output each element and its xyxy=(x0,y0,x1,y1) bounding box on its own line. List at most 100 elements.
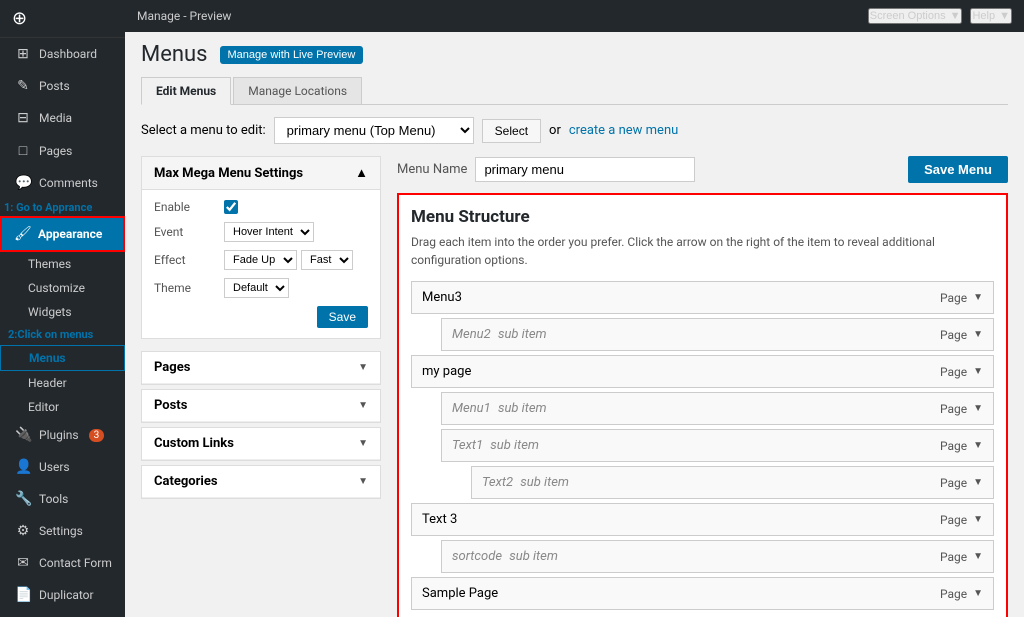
menu-item-sortcode-sub-arrow[interactable]: ▼ xyxy=(973,551,983,562)
sidebar-item-duplicator[interactable]: 📄 Duplicator xyxy=(0,579,125,611)
accordion-pages-arrow: ▼ xyxy=(358,362,368,373)
users-icon: 👤 xyxy=(15,459,31,475)
accordion-posts-header[interactable]: Posts ▼ xyxy=(142,390,380,422)
event-select[interactable]: Hover Intent xyxy=(224,222,314,242)
contact-form-icon: ✉ xyxy=(15,555,31,571)
page-title: Menus xyxy=(141,42,208,67)
sidebar-item-label: Appearance xyxy=(38,227,102,241)
help-button[interactable]: Help ▼ xyxy=(970,8,1012,24)
topbar-right: Screen Options ▼ Help ▼ xyxy=(868,8,1012,24)
menu-item-menu2-sub[interactable]: Menu2 sub item Page ▼ xyxy=(441,318,994,351)
sidebar-item-appearance[interactable]: 🖌 Appearance xyxy=(0,216,125,252)
settings-icon: ⚙ xyxy=(15,523,31,539)
sidebar-item-label: Users xyxy=(39,460,70,474)
accordion-pages-header[interactable]: Pages ▼ xyxy=(142,352,380,384)
tabs: Edit Menus Manage Locations xyxy=(141,77,1008,105)
sidebar-item-pages[interactable]: □ Pages xyxy=(0,134,125,167)
menu-item-sample-page-name: Sample Page xyxy=(422,586,498,601)
menu-select[interactable]: primary menu (Top Menu) xyxy=(274,117,474,144)
menu-item-menu1-sub[interactable]: Menu1 sub item Page ▼ xyxy=(441,392,994,425)
two-col-layout: Max Mega Menu Settings ▲ Enable Event xyxy=(141,156,1008,617)
accordion-posts-arrow: ▼ xyxy=(358,400,368,411)
menu-item-my-page[interactable]: my page Page ▼ xyxy=(411,355,994,388)
sidebar-sub-customize[interactable]: Customize xyxy=(0,276,125,300)
select-button[interactable]: Select xyxy=(482,119,541,143)
topbar-left: Manage - Preview xyxy=(137,9,231,23)
menu-item-text1-sub-label: sub item xyxy=(490,438,539,453)
menu-structure-desc: Drag each item into the order you prefer… xyxy=(411,233,994,269)
menu-item-menu1-sub-right: Page ▼ xyxy=(940,402,983,416)
sidebar-sub-header[interactable]: Header xyxy=(0,371,125,395)
dashboard-icon: ⊞ xyxy=(15,46,31,62)
menu-item-menu2-sub-arrow[interactable]: ▼ xyxy=(973,329,983,340)
select-menu-row: Select a menu to edit: primary menu (Top… xyxy=(141,117,1008,144)
collapse-icon[interactable]: ▲ xyxy=(355,165,368,181)
menu-name-input[interactable] xyxy=(475,157,695,182)
save-menu-button[interactable]: Save Menu xyxy=(908,156,1008,183)
tab-edit-menus[interactable]: Edit Menus xyxy=(141,77,231,105)
sidebar-item-label: Contact Form xyxy=(39,556,112,570)
enable-label: Enable xyxy=(154,200,224,214)
enable-value xyxy=(224,200,368,214)
sidebar-sub-themes[interactable]: Themes xyxy=(0,252,125,276)
select-menu-label: Select a menu to edit: xyxy=(141,123,266,138)
menu-item-menu2-sub-label: sub item xyxy=(498,327,547,342)
menu-item-sortcode-sub-label: sub item xyxy=(509,549,558,564)
sidebar-item-contact-form[interactable]: ✉ Contact Form xyxy=(0,547,125,579)
menu-item-my-page-arrow[interactable]: ▼ xyxy=(973,366,983,377)
page-content: Menus Manage with Live Preview Edit Menu… xyxy=(125,32,1024,617)
menu-item-text1-sub-name: Text1 sub item xyxy=(452,438,539,453)
menu-item-sample-page[interactable]: Sample Page Page ▼ xyxy=(411,577,994,610)
accordion-categories: Categories ▼ xyxy=(141,465,381,499)
enable-row: Enable xyxy=(154,200,368,214)
tab-manage-locations[interactable]: Manage Locations xyxy=(233,77,362,104)
screen-options-button[interactable]: Screen Options ▼ xyxy=(868,8,963,24)
sidebar-sub-editor[interactable]: Editor xyxy=(0,395,125,419)
sidebar-item-label: Posts xyxy=(39,79,70,93)
accordion-custom-links-header[interactable]: Custom Links ▼ xyxy=(142,428,380,460)
menu-item-text3[interactable]: Text 3 Page ▼ xyxy=(411,503,994,536)
menu-item-text2-sub[interactable]: Text2 sub item Page ▼ xyxy=(471,466,994,499)
sidebar-item-settings[interactable]: ⚙ Settings xyxy=(0,515,125,547)
effect-select[interactable]: Fade Up xyxy=(224,250,297,270)
menu-item-sortcode-sub[interactable]: sortcode sub item Page ▼ xyxy=(441,540,994,573)
menu-item-menu1-sub-arrow[interactable]: ▼ xyxy=(973,403,983,414)
sidebar-sub-menus[interactable]: Menus xyxy=(0,345,125,371)
sidebar-item-plugins[interactable]: 🔌 Plugins 3 xyxy=(0,419,125,451)
menu-item-text1-sub[interactable]: Text1 sub item Page ▼ xyxy=(441,429,994,462)
create-new-menu-link[interactable]: create a new menu xyxy=(569,123,678,138)
menu-item-menu3[interactable]: Menu3 Page ▼ xyxy=(411,281,994,314)
sidebar-item-dashboard[interactable]: ⊞ Dashboard xyxy=(0,38,125,70)
mega-menu-save-button[interactable]: Save xyxy=(317,306,368,328)
live-preview-button[interactable]: Manage with Live Preview xyxy=(220,46,364,64)
sidebar-item-comments[interactable]: 💬 Comments xyxy=(0,167,125,199)
effect-speed-select[interactable]: Fast xyxy=(301,250,353,270)
effect-row: Effect Fade Up Fast xyxy=(154,250,368,270)
sidebar-item-posts[interactable]: ✎ Posts xyxy=(0,70,125,102)
comments-icon: 💬 xyxy=(15,175,31,191)
menu-item-sample-page-arrow[interactable]: ▼ xyxy=(973,588,983,599)
theme-select[interactable]: Default xyxy=(224,278,289,298)
menu-item-sample-page-right: Page ▼ xyxy=(940,587,983,601)
sidebar-item-label: Duplicator xyxy=(39,588,94,602)
menu-item-text1-sub-arrow[interactable]: ▼ xyxy=(973,440,983,451)
accordion-categories-header[interactable]: Categories ▼ xyxy=(142,466,380,498)
sidebar-item-label: Pages xyxy=(39,144,72,158)
sidebar-item-users[interactable]: 👤 Users xyxy=(0,451,125,483)
sidebar-sub-widgets[interactable]: Widgets xyxy=(0,300,125,324)
enable-checkbox[interactable] xyxy=(224,200,238,214)
menu-item-menu1-sub-name: Menu1 sub item xyxy=(452,401,547,416)
chevron-down-icon: ▼ xyxy=(999,10,1010,22)
menu-item-text2-sub-right: Page ▼ xyxy=(940,476,983,490)
menu-item-text3-arrow[interactable]: ▼ xyxy=(973,514,983,525)
plugins-icon: 🔌 xyxy=(15,427,31,443)
theme-row: Theme Default xyxy=(154,278,368,298)
menu-item-text2-sub-arrow[interactable]: ▼ xyxy=(973,477,983,488)
menu-item-menu3-arrow[interactable]: ▼ xyxy=(973,292,983,303)
sidebar-item-media2[interactable]: ⊟ Media xyxy=(0,611,125,617)
sidebar-item-tools[interactable]: 🔧 Tools xyxy=(0,483,125,515)
menu-item-menu3-name: Menu3 xyxy=(422,290,462,305)
sidebar-item-media[interactable]: ⊟ Media xyxy=(0,102,125,134)
theme-value: Default xyxy=(224,278,368,298)
menu-item-menu3-type: Page xyxy=(940,291,967,305)
